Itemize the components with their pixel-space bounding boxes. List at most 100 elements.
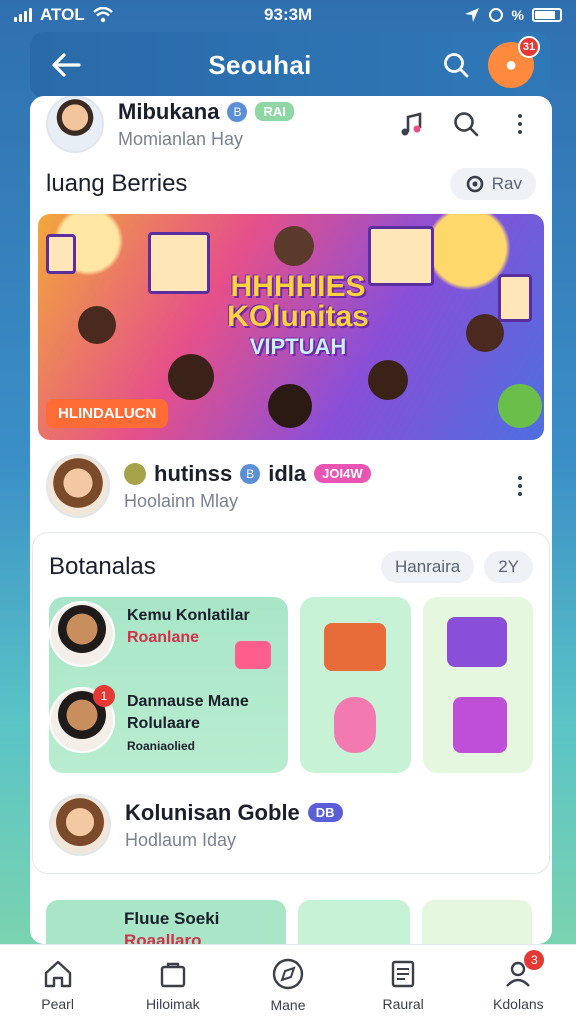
featured-tile[interactable]: Kemu Konlatilar Roanlane 1 Dannause Mane… — [49, 597, 288, 773]
tile-text: Roaniaolied — [127, 739, 196, 753]
nav-label: Kdolans — [493, 995, 544, 1012]
collection-card: Botanalas Hanraira 2Y Kemu Konlatilar Ro… — [32, 532, 550, 874]
nav-label: Pearl — [41, 995, 74, 1012]
profile-name: hutinss — [154, 460, 233, 486]
nav-label: Mane — [270, 996, 306, 1013]
featured-tile[interactable]: Fluue Soeki Roaallaro — [46, 900, 286, 944]
nav-item-shop[interactable]: Hiloimak — [123, 958, 223, 1012]
sticker-tile[interactable] — [298, 900, 410, 944]
document-icon — [391, 960, 415, 987]
nav-label: Raural — [382, 995, 424, 1012]
person-figure — [268, 384, 312, 428]
music-note-button[interactable] — [396, 108, 428, 140]
wall-poster — [46, 234, 76, 274]
game-console-icon — [447, 617, 508, 667]
filter-chip[interactable]: Hanraira — [381, 551, 475, 583]
nav-item-home[interactable]: Pearl — [8, 958, 108, 1012]
notification-badge: 1 — [93, 685, 115, 707]
tile-text: Roaallaro — [124, 931, 202, 945]
status-dot-icon — [124, 462, 146, 485]
sticker-tile[interactable] — [299, 597, 412, 773]
banner-subtitle: VIPTUAH — [249, 334, 347, 359]
person-figure — [78, 306, 116, 344]
profile-row[interactable]: Mibukana B RAI Momianlan Hay — [30, 96, 552, 154]
mascot-avatar-button[interactable]: ● 31 — [488, 36, 540, 88]
section-title: Botanalas — [49, 553, 156, 580]
eye-icon — [466, 175, 484, 193]
person-figure — [368, 360, 408, 400]
tile-text: Kemu Konlatilar — [127, 607, 250, 624]
status-badge: RAI — [255, 102, 294, 121]
tile-text: Fluue Soeki — [124, 909, 220, 928]
computer-icon — [453, 697, 508, 753]
featured-banner[interactable]: HHHHIES KOlunitas VIPTUAH HLINDALUCN — [38, 214, 544, 440]
verified-icon: B — [227, 101, 248, 122]
notification-badge: 3 — [524, 949, 545, 970]
page-title: Seouhai — [208, 49, 312, 80]
tile-text: Rolulaare — [127, 715, 200, 732]
profile-row[interactable]: Kolunisan Goble DB Hodlaum Iday — [33, 793, 549, 857]
location-icon — [464, 8, 479, 22]
bag-icon — [160, 962, 185, 987]
tile-row: Kemu Konlatilar Roanlane 1 Dannause Mane… — [33, 597, 549, 773]
clock: 93:3M — [264, 5, 313, 24]
tile-text: Dannause Mane — [127, 693, 249, 710]
mascot-face-icon: ● — [504, 53, 518, 76]
section-header: Botanalas Hanraira 2Y — [33, 551, 549, 583]
section-title: luang Berries — [46, 170, 188, 197]
banner-title-line: KOlunitas — [227, 300, 369, 333]
avatar[interactable] — [49, 794, 111, 856]
profile-name: Kolunisan Goble — [125, 799, 300, 825]
profile-row[interactable]: hutinss B idla JOI4W Hoolainn Mlay — [30, 454, 552, 518]
banner-title-line: HHHHIES — [230, 270, 366, 303]
battery-icon — [532, 8, 562, 22]
status-badge: JOI4W — [314, 464, 371, 483]
notification-badge: 31 — [518, 36, 540, 58]
alarm-icon — [488, 8, 503, 22]
more-options-icon[interactable] — [504, 470, 536, 502]
more-options-icon[interactable] — [504, 108, 536, 140]
gift-box-icon — [323, 623, 386, 671]
profile-subtitle: Hodlaum Iday — [125, 829, 237, 850]
music-note-icon — [401, 112, 422, 136]
banner-tag-button[interactable]: HLINDALUCN — [46, 399, 169, 428]
nav-label: Hiloimak — [145, 995, 200, 1012]
back-button[interactable] — [46, 45, 86, 85]
person-figure — [466, 314, 504, 352]
profile-subtitle: Momianlan Hay — [118, 128, 244, 149]
nav-item-profile[interactable]: 3 Kdolans — [468, 949, 568, 1012]
banner-title: HHHHIES KOlunitas VIPTUAH — [208, 272, 388, 362]
home-icon — [44, 960, 71, 987]
wifi-icon — [92, 7, 113, 23]
filter-chip[interactable]: 2Y — [484, 551, 533, 583]
carrier-label: ATOL — [40, 5, 85, 24]
nav-item-explore[interactable]: Mane — [238, 957, 338, 1013]
green-ball — [498, 384, 542, 428]
compass-icon — [272, 958, 304, 989]
section-header: luang Berries Rav — [30, 168, 552, 200]
person-figure — [274, 226, 314, 266]
bottom-navigation: Pearl Hiloimak Mane Raural 3 Kdolans — [0, 944, 576, 1024]
sticker-tile[interactable] — [423, 597, 534, 773]
tile-text: Roanlane — [127, 629, 200, 646]
chat-bubble-icon — [235, 641, 271, 669]
profile-name-suffix: idla — [268, 460, 307, 486]
main-feed-card: Mibukana B RAI Momianlan Hay luang Berri… — [30, 96, 552, 944]
profile-subtitle: Hoolainn Mlay — [124, 490, 239, 511]
search-icon — [444, 53, 469, 78]
arrow-left-icon — [52, 53, 81, 77]
next-tile-row: Fluue Soeki Roaallaro — [46, 900, 532, 944]
avatar[interactable] — [46, 96, 104, 153]
app-header: Seouhai ● 31 — [30, 32, 550, 98]
wall-poster — [498, 274, 532, 322]
search-button-small[interactable] — [450, 108, 482, 140]
avatar[interactable] — [46, 454, 110, 518]
filter-chip[interactable]: Rav — [449, 168, 536, 200]
sticker-tile[interactable] — [422, 900, 532, 944]
chip-label: Rav — [491, 174, 522, 193]
nav-item-documents[interactable]: Raural — [353, 958, 453, 1012]
search-button[interactable] — [434, 43, 478, 87]
signal-icon — [14, 8, 32, 22]
status-bar: ATOL 93:3M % — [0, 0, 576, 30]
status-badge: DB — [307, 803, 343, 822]
